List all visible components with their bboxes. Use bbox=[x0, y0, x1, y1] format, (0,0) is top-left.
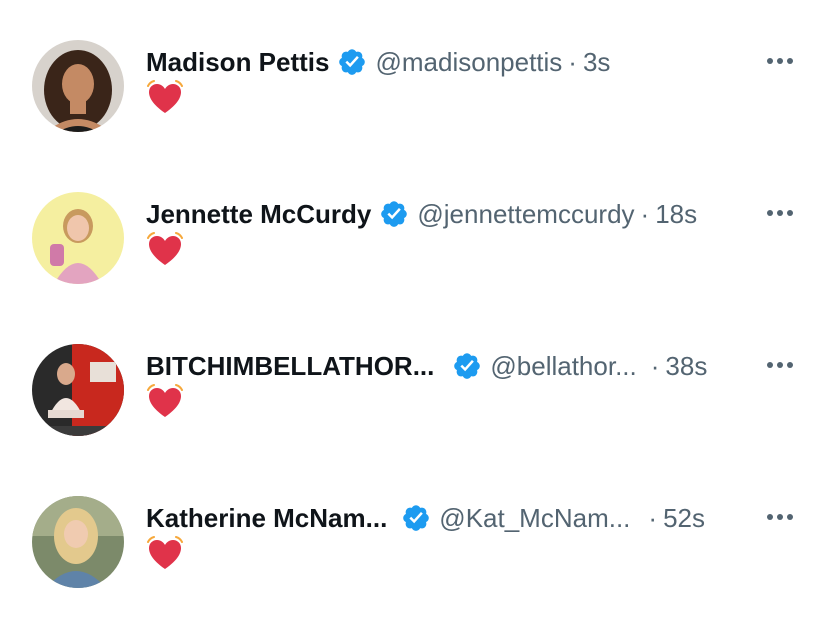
avatar[interactable] bbox=[32, 496, 124, 588]
verified-badge-icon bbox=[452, 351, 482, 381]
tweet-header: Madison Pettis @madisonpettis · 3s bbox=[146, 42, 610, 82]
tweet-row[interactable]: Jennette McCurdy @jennettemccurdy · 18s bbox=[0, 192, 828, 302]
display-name[interactable]: Madison Pettis bbox=[146, 47, 329, 78]
display-name[interactable]: Katherine McNam... bbox=[146, 503, 387, 534]
tweet-row[interactable]: Madison Pettis @madisonpettis · 3s bbox=[0, 40, 828, 150]
more-options-icon[interactable] bbox=[760, 46, 800, 76]
timestamp[interactable]: 52s bbox=[663, 503, 705, 534]
avatar[interactable] bbox=[32, 40, 124, 132]
display-name[interactable]: Jennette McCurdy bbox=[146, 199, 371, 230]
verified-badge-icon bbox=[401, 503, 431, 533]
verified-badge-icon bbox=[379, 199, 409, 229]
more-options-icon[interactable] bbox=[760, 350, 800, 380]
timestamp[interactable]: 38s bbox=[665, 351, 707, 382]
user-avatar-icon bbox=[32, 496, 124, 588]
more-options-icon[interactable] bbox=[760, 502, 800, 532]
tweet-row[interactable]: BITCHIMBELLATHOR... @bellathor... · 38s bbox=[0, 344, 828, 454]
user-handle[interactable]: @Kat_McNam... bbox=[439, 503, 630, 534]
beating-heart-icon bbox=[146, 536, 184, 572]
timestamp[interactable]: 3s bbox=[583, 47, 610, 78]
timestamp[interactable]: 18s bbox=[655, 199, 697, 230]
timeline-feed: Madison Pettis @madisonpettis · 3s Jenne… bbox=[0, 0, 828, 624]
tweet-header: BITCHIMBELLATHOR... @bellathor... · 38s bbox=[146, 346, 707, 386]
user-avatar-icon bbox=[32, 344, 124, 436]
display-name[interactable]: BITCHIMBELLATHOR... bbox=[146, 351, 434, 382]
more-options-icon[interactable] bbox=[760, 198, 800, 228]
beating-heart-icon bbox=[146, 80, 184, 116]
separator-dot: · bbox=[568, 46, 577, 77]
tweet-header: Katherine McNam... @Kat_McNam... · 52s bbox=[146, 498, 705, 538]
avatar[interactable] bbox=[32, 192, 124, 284]
beating-heart-icon bbox=[146, 384, 184, 420]
user-handle[interactable]: @bellathor... bbox=[490, 351, 636, 382]
verified-badge-icon bbox=[337, 47, 367, 77]
tweet-header: Jennette McCurdy @jennettemccurdy · 18s bbox=[146, 194, 697, 234]
separator-dot: · bbox=[648, 502, 658, 533]
user-handle[interactable]: @jennettemccurdy bbox=[417, 199, 634, 230]
beating-heart-icon bbox=[146, 232, 184, 268]
user-handle[interactable]: @madisonpettis bbox=[375, 47, 562, 78]
user-avatar-icon bbox=[32, 192, 124, 284]
separator-dot: · bbox=[650, 350, 660, 381]
tweet-row[interactable]: Katherine McNam... @Kat_McNam... · 52s bbox=[0, 496, 828, 606]
user-avatar-icon bbox=[32, 40, 124, 132]
avatar[interactable] bbox=[32, 344, 124, 436]
separator-dot: · bbox=[640, 198, 650, 229]
